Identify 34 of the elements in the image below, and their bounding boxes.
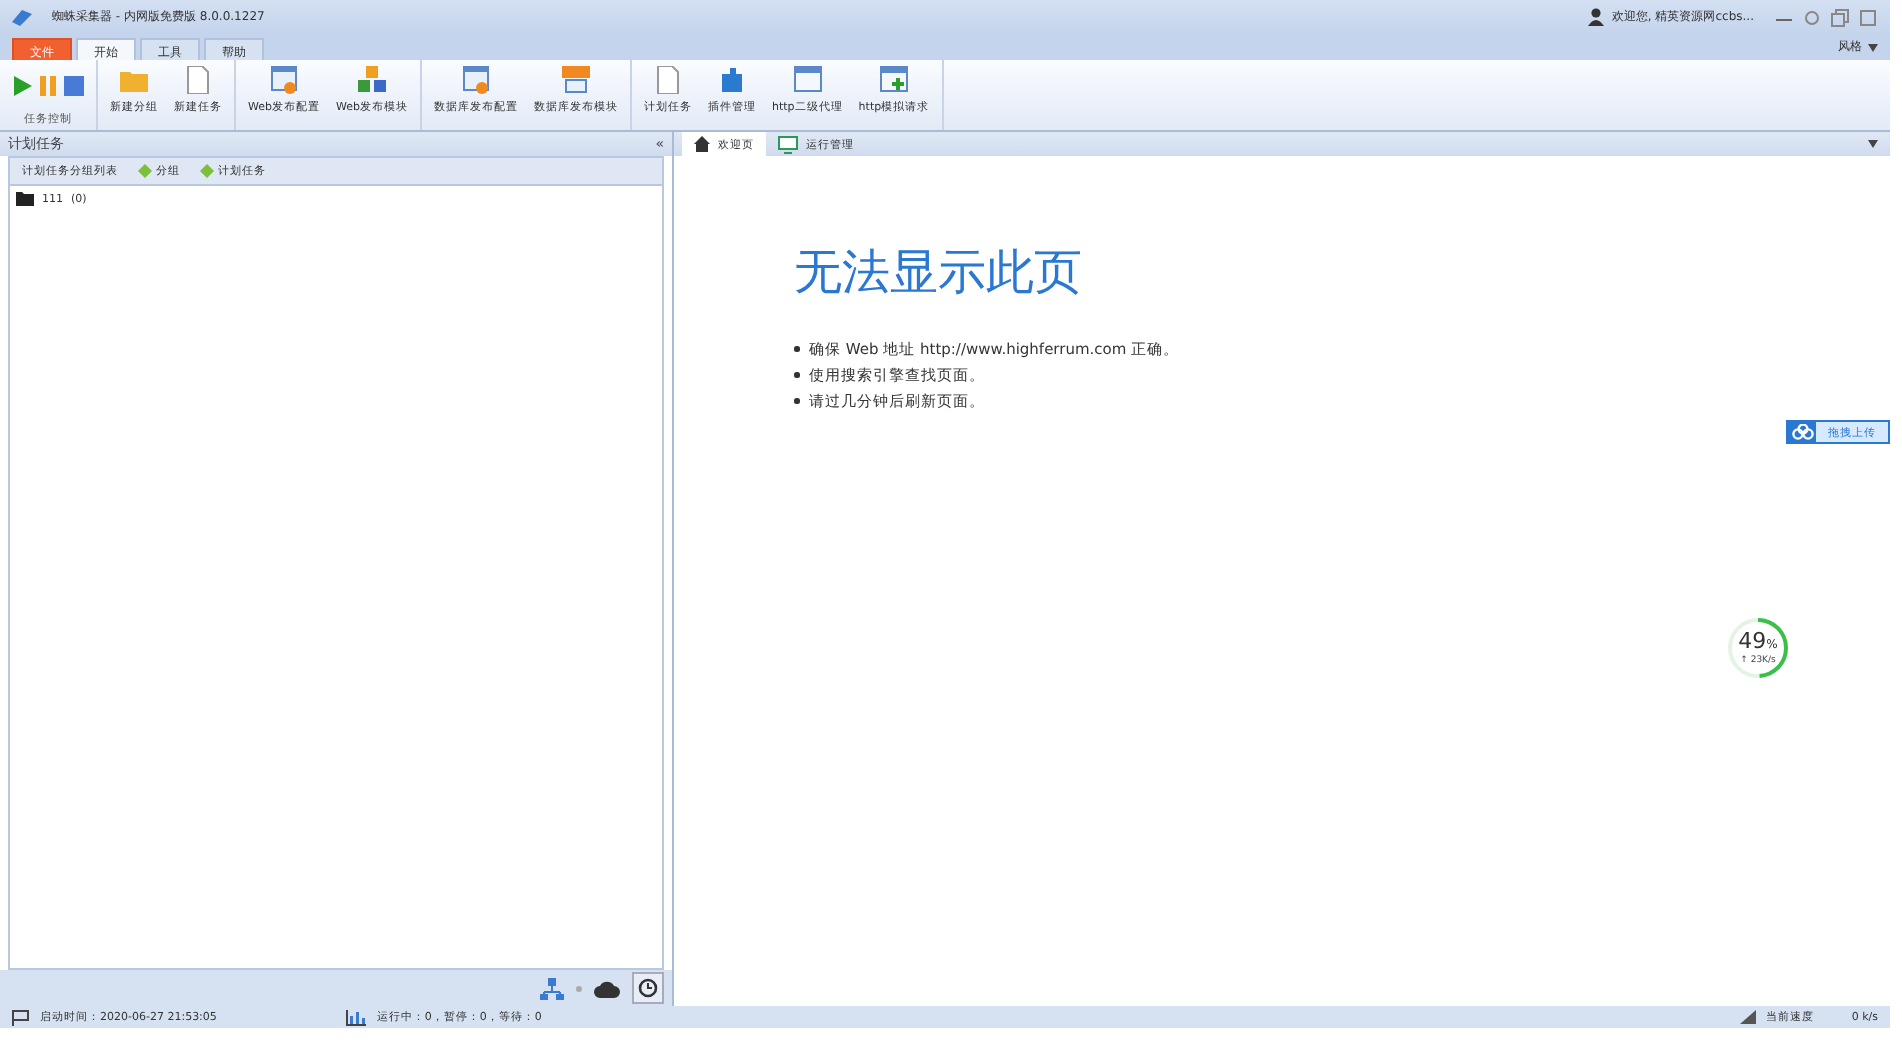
home-icon: [694, 136, 710, 152]
clock-icon: [638, 978, 658, 998]
document-icon: [186, 66, 210, 94]
bar-chart-icon: [346, 1009, 367, 1025]
window-plus-icon: [879, 66, 908, 94]
clock-button[interactable]: [632, 972, 664, 1004]
circle-icon[interactable]: [1802, 7, 1822, 27]
folder-icon: [16, 192, 34, 206]
network-icon[interactable]: [540, 977, 564, 999]
dropdown-icon[interactable]: [1868, 140, 1878, 148]
caret-icon: [1868, 43, 1878, 51]
document-icon: [656, 66, 680, 94]
bullet-icon: [794, 372, 799, 378]
page-heading: 无法显示此页: [794, 242, 1084, 304]
bullet-icon: [794, 398, 799, 404]
diamond-icon: [138, 164, 152, 178]
pause-icon[interactable]: [38, 76, 58, 96]
window-icon: [562, 66, 590, 94]
cloud-share-icon: [1788, 420, 1816, 444]
blocks-icon: [358, 66, 386, 94]
puzzle-icon: [718, 66, 746, 94]
play-icon[interactable]: [12, 76, 32, 96]
dot-icon: [576, 985, 582, 991]
folder-icon: [120, 66, 148, 94]
gauge-percent: 49: [1738, 628, 1767, 654]
signal-icon: [1739, 1010, 1756, 1024]
restore-icon[interactable]: [1830, 7, 1850, 27]
app-logo-icon: [12, 9, 32, 25]
window-icon: [793, 66, 822, 94]
diamond-icon: [200, 164, 214, 178]
cloud-upload-icon[interactable]: [594, 978, 620, 998]
flag-icon: [12, 1009, 30, 1025]
bullet-icon: [794, 346, 799, 352]
user-icon: [1587, 8, 1604, 26]
